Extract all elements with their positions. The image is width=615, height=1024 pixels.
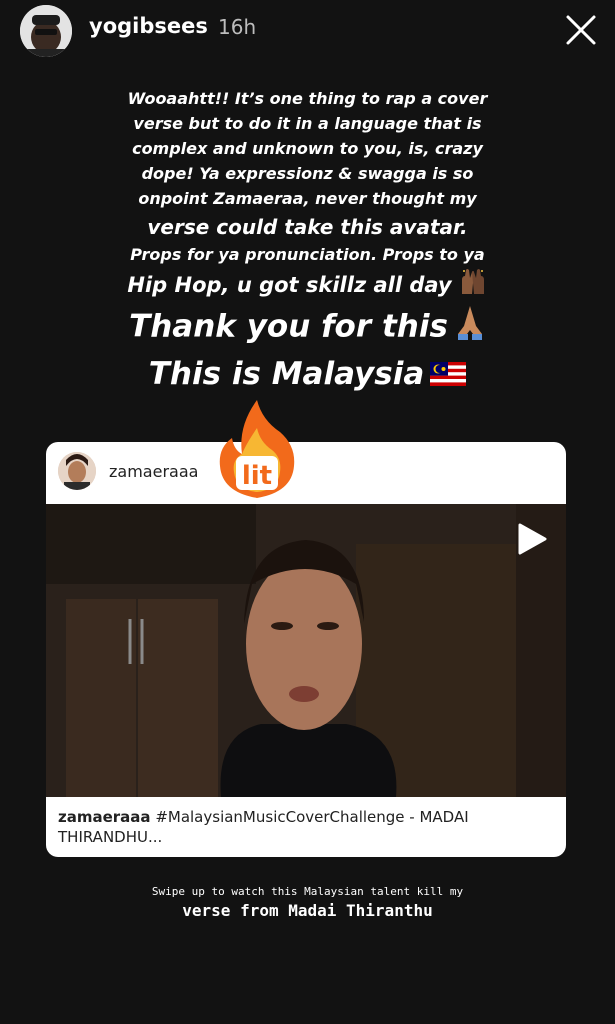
caption-line: verse could take this avatar. (147, 215, 468, 239)
caption-line: This is Malaysia (148, 356, 425, 392)
post-username[interactable]: zamaeraaa (109, 462, 198, 481)
caption-line-with-emoji: This is Malaysia (60, 352, 555, 398)
caption-line: verse but to do it in a language that is (133, 114, 482, 133)
close-icon[interactable] (563, 12, 599, 48)
malaysia-flag-icon (430, 354, 467, 398)
caption-line: Wooaahtt!! It’s one thing to rap a cover (127, 89, 488, 108)
post-video[interactable] (46, 504, 566, 797)
lit-fire-sticker: lit (216, 398, 298, 500)
caption-line: complex and unknown to you, is, crazy (132, 139, 483, 158)
swipe-line-1: Swipe up to watch this Malaysian talent … (151, 885, 464, 898)
avatar-image (20, 5, 72, 57)
caption-line-with-emoji: Thank you for this (60, 304, 555, 352)
shared-post-card[interactable]: zamaeraaa zamaeraaa #MalaysianMusicCover… (46, 442, 566, 857)
story-caption: Wooaahtt!! It’s one thing to rap a cover… (60, 86, 555, 398)
story-timestamp: 16h (218, 15, 257, 39)
video-frame (46, 504, 566, 797)
raised-hands-icon (458, 268, 488, 304)
post-avatar[interactable] (58, 452, 96, 490)
praying-hands-icon (454, 304, 486, 352)
caption-line: Hip Hop, u got skillz all day (127, 273, 452, 297)
story-background: yogibsees 16h Wooaahtt!! It’s one thing … (0, 0, 615, 1024)
caption-line: dope! Ya expressionz & swagga is so (141, 164, 474, 183)
swipe-line-2: verse from Madai Thiranthu (182, 901, 433, 920)
caption-line: Props for ya pronunciation. Props to ya (130, 245, 485, 264)
story-username[interactable]: yogibsees (89, 14, 208, 38)
profile-avatar[interactable] (20, 5, 72, 57)
caption-line: onpoint Zamaeraa, never thought my (138, 189, 477, 208)
caption-line: Thank you for this (129, 308, 448, 345)
sticker-text: lit (242, 461, 272, 491)
swipe-up-text[interactable]: Swipe up to watch this Malaysian talent … (0, 884, 615, 922)
caption-line-with-emoji: Hip Hop, u got skillz all day (60, 268, 555, 304)
post-caption-username[interactable]: zamaeraaa (58, 808, 151, 826)
post-caption: zamaeraaa #MalaysianMusicCoverChallenge … (58, 807, 554, 847)
play-icon[interactable] (516, 522, 548, 556)
